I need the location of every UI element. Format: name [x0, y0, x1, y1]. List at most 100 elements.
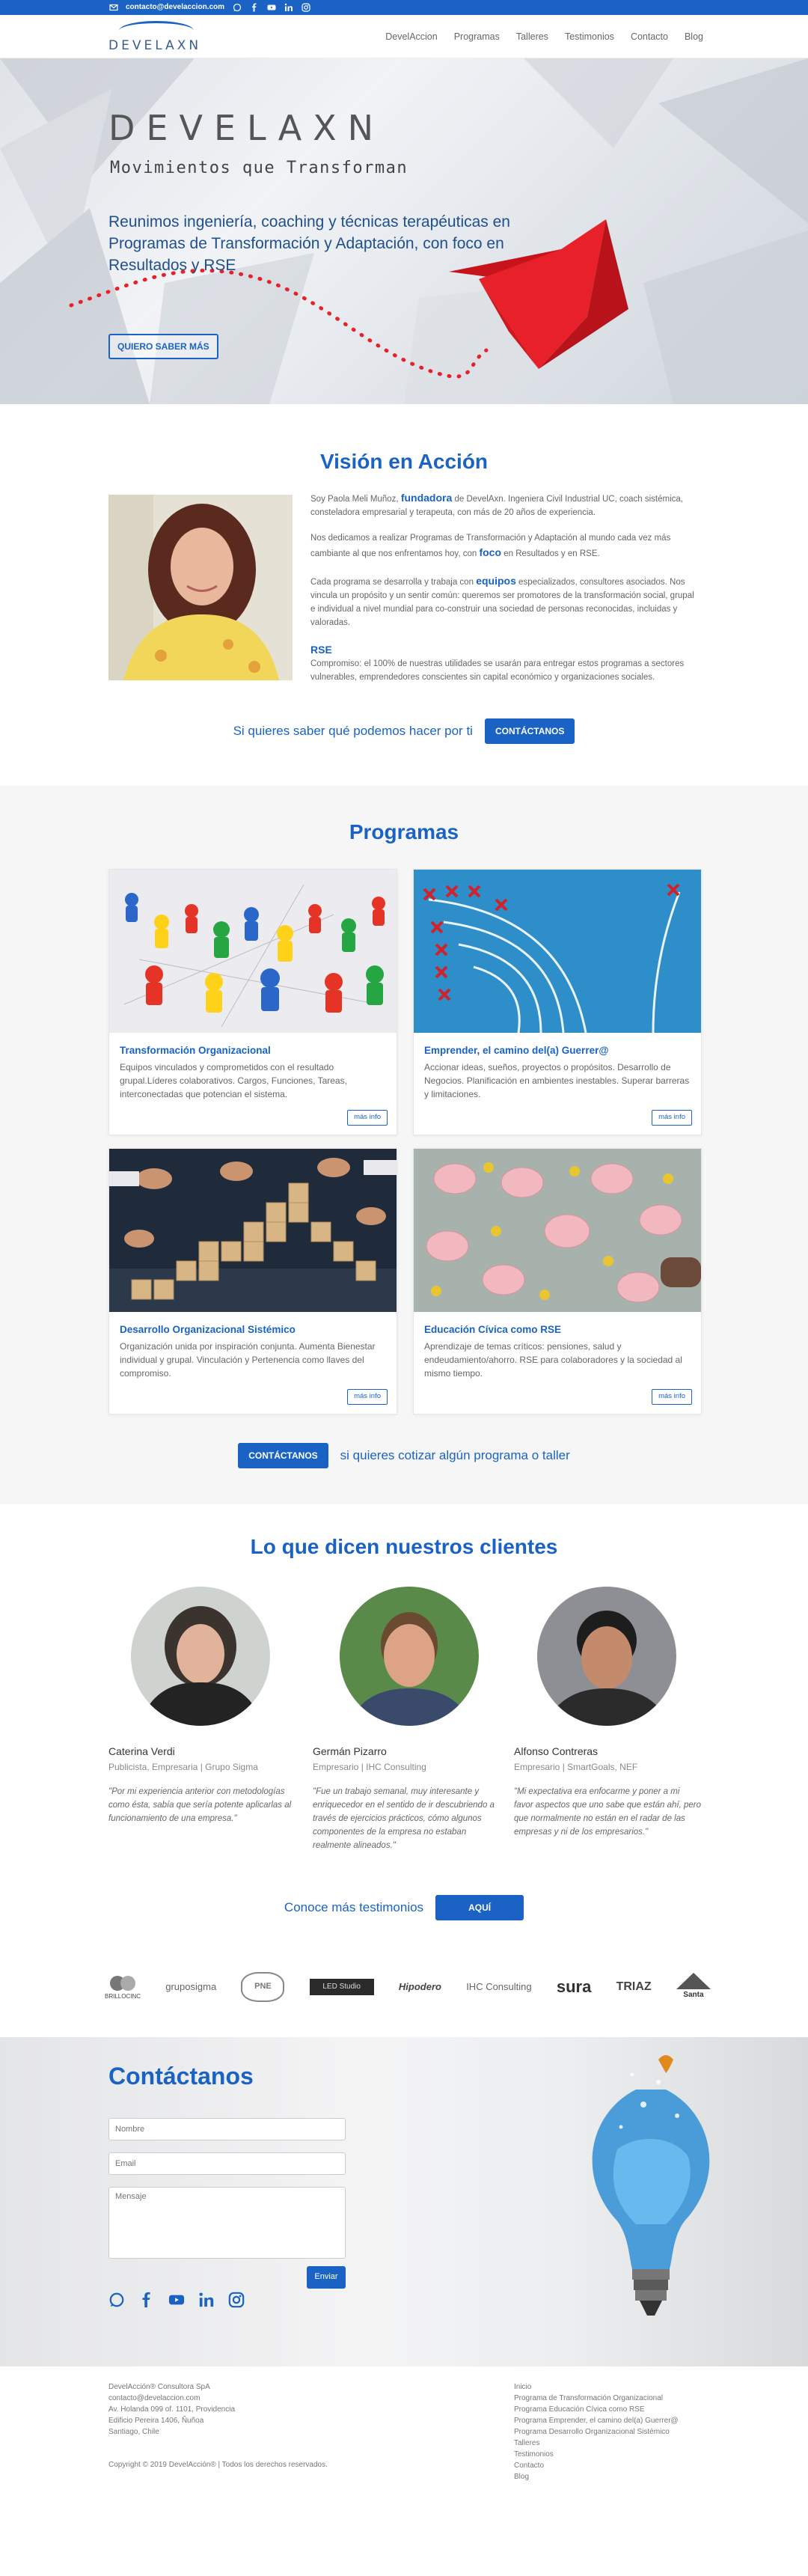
testimonial-name: Alfonso Contreras [514, 1745, 599, 1757]
more-testimonials-button[interactable]: AQUÍ [435, 1895, 524, 1920]
programas-contact-button[interactable]: CONTÁCTANOS [238, 1443, 328, 1468]
site-footer: DevelAcción® Consultora SpA contacto@dev… [0, 2366, 808, 2576]
footer-link[interactable]: Blog [514, 2471, 679, 2482]
programas-cta-text: si quieres cotizar algún programa o tall… [340, 1447, 570, 1462]
program-title[interactable]: Desarrollo Organizacional Sistémico [120, 1322, 296, 1338]
footer-link[interactable]: Testimonios [514, 2449, 679, 2460]
linkedin-icon[interactable] [284, 3, 293, 13]
youtube-icon[interactable] [266, 3, 276, 13]
program-card[interactable]: Emprender, el camino del(a) Guerrer@ Acc… [413, 869, 702, 1135]
testimonios-title: Lo que dicen nuestros clientes [250, 1535, 558, 1558]
social-links [108, 2292, 245, 2313]
program-title[interactable]: Transformación Organizacional [120, 1043, 271, 1059]
santa-logo-mark [676, 1973, 711, 1990]
more-info-button[interactable]: más info [652, 1389, 692, 1405]
client-logo: TRIAZ [616, 1980, 652, 1993]
hero-section: DEVELAXN Movimientos que Transforman Reu… [0, 58, 808, 404]
vision-contact-button[interactable]: CONTÁCTANOS [484, 718, 575, 744]
vision-title: Visión en Acción [319, 450, 489, 473]
vision-p3-a: Cada programa se desarrolla y trabaja co… [310, 578, 477, 587]
client-logos: BRILLOCINC gruposigma PNE LED Studio Hip… [105, 1967, 711, 2007]
nav-blog[interactable]: Blog [685, 30, 703, 44]
footer-link[interactable]: Talleres [514, 2438, 679, 2449]
vision-rse-heading: RSE [310, 643, 332, 656]
vision-p1-a: Soy Paola Meli Muñoz, [310, 495, 401, 504]
page: contacto@develaccion.com DEVELAXN DevelA… [0, 0, 808, 2576]
program-image-arrows [414, 870, 701, 1033]
testimonial-role: Empresario | SmartGoals, NEF [514, 1761, 638, 1772]
facebook-icon[interactable] [249, 3, 259, 13]
client-logo: LED Studio [309, 1979, 374, 1995]
program-desc: Equipos vinculados y comprometidos con e… [120, 1062, 347, 1099]
top-bar: contacto@develaccion.com [0, 0, 808, 15]
vision-p1-highlight: fundadora [400, 492, 453, 504]
program-image-blocks [109, 1149, 397, 1312]
name-field[interactable] [108, 2118, 346, 2140]
program-title[interactable]: Emprender, el camino del(a) Guerrer@ [424, 1043, 609, 1059]
founder-portrait-illustration [108, 495, 293, 680]
whatsapp-icon[interactable] [108, 2292, 125, 2313]
client-logo: BRILLOCINC [105, 1973, 141, 2001]
footer-links: Inicio Programa de Transformación Organi… [514, 2381, 679, 2482]
testimonial: Alfonso Contreras Empresario | SmartGoal… [514, 1744, 701, 1840]
nav-contacto[interactable]: Contacto [631, 30, 668, 44]
lightbulb-fish-illustration [592, 2055, 710, 2316]
program-desc: Accionar ideas, sueños, proyectos o prop… [424, 1062, 690, 1099]
more-info-button[interactable]: más info [652, 1110, 692, 1126]
copyright: Copyright © 2019 DevelAcción® | Todos lo… [108, 2461, 328, 2469]
nav-develaccion[interactable]: DevelAccion [385, 30, 437, 44]
nav-testimonios[interactable]: Testimonios [565, 30, 614, 44]
topbar-email[interactable]: contacto@develaccion.com [126, 1, 224, 13]
email-field[interactable] [108, 2152, 346, 2175]
testimonial-role: Empresario | IHC Consulting [313, 1761, 426, 1772]
avatar [537, 1587, 676, 1726]
send-button[interactable]: Enviar [307, 2266, 346, 2289]
linkedin-icon[interactable] [198, 2292, 215, 2313]
message-field[interactable] [108, 2187, 346, 2259]
vision-rse-text: Compromiso: el 100% de nuestras utilidad… [310, 659, 685, 682]
program-card[interactable]: Transformación Organizacional Equipos vi… [108, 869, 397, 1135]
testimonial-quote: "Mi expectativa era enfocarme y poner a … [514, 1787, 701, 1837]
footer-link[interactable]: Programa de Transformación Organizaciona… [514, 2393, 679, 2404]
logo[interactable]: DEVELAXN [108, 19, 202, 53]
facebook-icon[interactable] [138, 2292, 155, 2313]
program-card[interactable]: Educación Cívica como RSE Aprendizaje de… [413, 1148, 702, 1414]
footer-link[interactable]: Programa Educación Cívica como RSE [514, 2404, 679, 2415]
footer-link[interactable]: Contacto [514, 2460, 679, 2471]
more-info-button[interactable]: más info [347, 1389, 388, 1405]
more-info-button[interactable]: más info [347, 1110, 388, 1126]
avatar [131, 1587, 270, 1726]
youtube-icon[interactable] [168, 2292, 185, 2313]
testimonial-name: Germán Pizarro [313, 1745, 387, 1757]
more-testimonials-text: Conoce más testimonios [284, 1899, 424, 1914]
testimonial-quote: "Por mi experiencia anterior con metodol… [108, 1787, 292, 1823]
avatar [340, 1587, 479, 1726]
footer-link[interactable]: Programa Desarrollo Organizacional Sisté… [514, 2426, 679, 2438]
nav-programas[interactable]: Programas [454, 30, 500, 44]
client-logo: PNE [241, 1972, 285, 2002]
vision-p2-highlight: foco [479, 546, 502, 559]
vision-text: Soy Paola Meli Muñoz, fundadora de Devel… [310, 490, 700, 697]
more-testimonials-row: Conoce más testimonios AQUÍ [0, 1895, 808, 1920]
program-image-pawns [109, 870, 397, 1033]
hero-title: DEVELAXN [108, 108, 385, 148]
email-icon[interactable] [108, 3, 118, 13]
program-title[interactable]: Educación Cívica como RSE [424, 1322, 561, 1338]
testimonial-name: Caterina Verdi [108, 1745, 175, 1757]
instagram-icon[interactable] [301, 3, 310, 13]
program-desc: Aprendizaje de temas críticos: pensiones… [424, 1341, 682, 1379]
footer-email[interactable]: contacto@develaccion.com [108, 2393, 235, 2404]
footer-link[interactable]: Inicio [514, 2381, 679, 2393]
instagram-icon[interactable] [228, 2292, 245, 2313]
footer-link[interactable]: Programa Emprender, el camino del(a) Gue… [514, 2415, 679, 2426]
nav-talleres[interactable]: Talleres [516, 30, 548, 44]
logo-wordmark: DEVELAXN [108, 38, 202, 53]
whatsapp-icon[interactable] [232, 3, 242, 13]
footer-address-line: Edificio Pereira 1406, Ñuñoa [108, 2417, 204, 2425]
program-image-piggy-banks [414, 1149, 701, 1312]
client-logo: Hipodero [398, 1980, 441, 1992]
client-logo: Santa [676, 1973, 711, 2001]
hero-cta-button[interactable]: QUIERO SABER MÁS [108, 334, 218, 359]
vision-cta-text: Si quieres saber qué podemos hacer por t… [233, 723, 473, 738]
program-card[interactable]: Desarrollo Organizacional Sistémico Orga… [108, 1148, 397, 1414]
